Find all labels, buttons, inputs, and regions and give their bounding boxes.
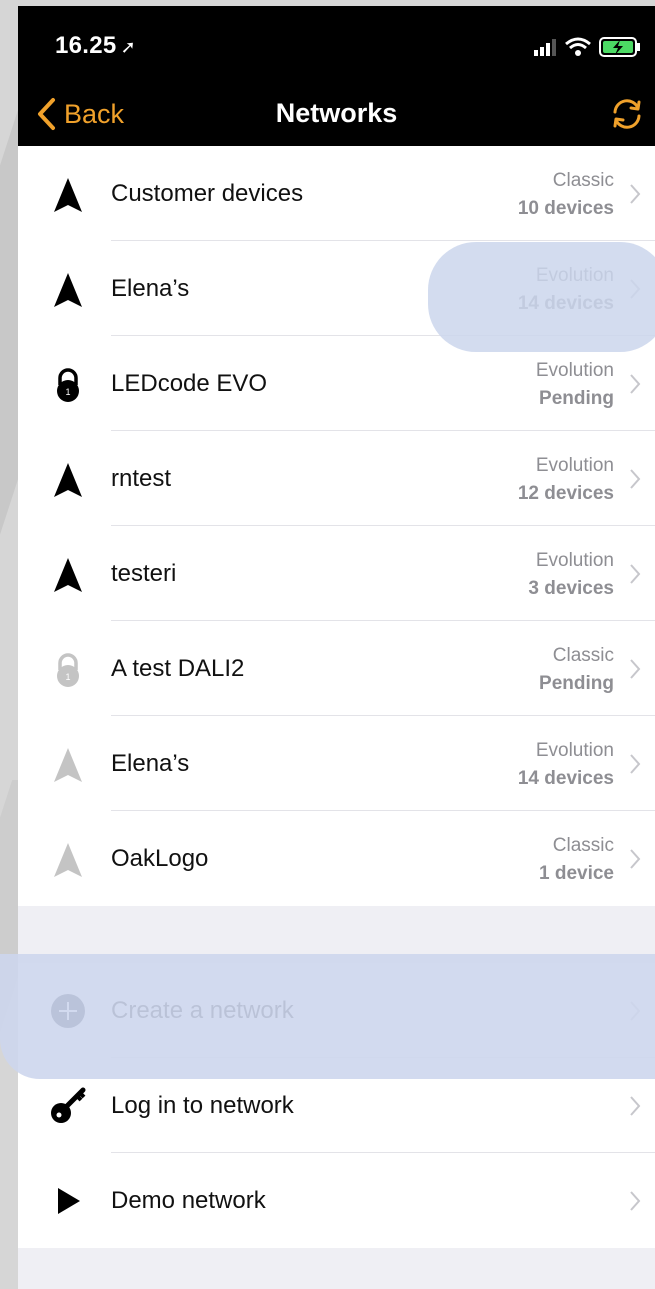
network-status: 3 devices (528, 578, 614, 599)
action-row[interactable]: Demo network (18, 1153, 655, 1248)
network-row[interactable]: Elena’s Evolution 14 devices (18, 716, 655, 811)
network-row[interactable]: testeri Evolution 3 devices (18, 526, 655, 621)
network-name: A test DALI2 (111, 655, 245, 682)
wifi-icon (565, 37, 591, 56)
network-name: OakLogo (111, 845, 209, 872)
network-name: Elena’s (111, 750, 190, 777)
list-footer (18, 1254, 655, 1289)
network-meta: Evolution 3 devices (528, 548, 614, 604)
chevron-right-icon (630, 1096, 641, 1116)
network-type: Evolution (535, 740, 614, 761)
lock-icon: 1 (48, 365, 88, 405)
network-status: Pending (539, 673, 614, 694)
network-meta: Classic 1 device (539, 833, 614, 889)
network-meta: Evolution 12 devices (518, 453, 614, 509)
network-status: 1 device (539, 863, 614, 884)
chevron-right-icon (630, 374, 641, 394)
network-status: Pending (539, 388, 614, 409)
play-icon (48, 1181, 88, 1221)
network-meta: Evolution Pending (536, 358, 614, 414)
network-type: Evolution (535, 360, 614, 381)
network-name: testeri (111, 560, 177, 587)
battery-icon (599, 37, 640, 57)
chevron-right-icon (630, 849, 641, 869)
cellular-signal-icon (534, 39, 556, 56)
lock-icon: 1 (48, 650, 88, 690)
network-name: Elena’s (111, 275, 190, 302)
navigation-bar: Back Networks (18, 80, 655, 146)
chevron-right-icon (630, 184, 641, 204)
network-meta: Classic Pending (539, 643, 614, 699)
network-logo-icon (48, 555, 88, 595)
network-meta: Classic 10 devices (518, 168, 614, 224)
status-time: 16.25 ➚ (55, 32, 136, 59)
svg-text:1: 1 (65, 387, 70, 397)
svg-text:1: 1 (65, 672, 70, 682)
network-logo-icon (48, 270, 88, 310)
key-icon (48, 1086, 88, 1126)
network-status: 12 devices (517, 483, 614, 504)
network-type: Classic (552, 835, 614, 856)
network-row[interactable]: 1 A test DALI2 Classic Pending (18, 621, 655, 716)
network-type: Evolution (535, 550, 614, 571)
network-name: Customer devices (111, 180, 304, 207)
network-logo-icon (48, 175, 88, 215)
network-meta: Evolution 14 devices (518, 738, 614, 794)
network-row[interactable]: Customer devices Classic 10 devices (18, 146, 655, 241)
status-icons (530, 36, 645, 58)
touch-highlight (428, 242, 655, 352)
network-row[interactable]: rntest Evolution 12 devices (18, 431, 655, 526)
status-bar: 16.25 ➚ (18, 6, 655, 80)
network-name: rntest (111, 465, 172, 492)
refresh-button[interactable] (607, 94, 647, 134)
network-type: Evolution (535, 455, 614, 476)
chevron-right-icon (630, 564, 641, 584)
network-type: Classic (552, 170, 614, 191)
chevron-right-icon (630, 1191, 641, 1211)
network-type: Classic (552, 645, 614, 666)
network-logo-icon (48, 460, 88, 500)
refresh-icon (613, 99, 641, 129)
network-status: 10 devices (517, 198, 614, 219)
network-status: 14 devices (517, 768, 614, 789)
location-arrow-icon: ➚ (120, 37, 136, 57)
network-row[interactable]: OakLogo Classic 1 device (18, 811, 655, 906)
chevron-right-icon (630, 754, 641, 774)
network-logo-icon (48, 745, 88, 785)
chevron-right-icon (630, 469, 641, 489)
network-name: LEDcode EVO (111, 370, 268, 397)
chevron-right-icon (630, 659, 641, 679)
touch-highlight (0, 954, 655, 1079)
network-logo-icon (48, 840, 88, 880)
action-label: Log in to network (111, 1092, 294, 1119)
action-label: Demo network (111, 1187, 266, 1214)
phone-screen: 16.25 ➚ Back Networks Customer devices C… (18, 6, 655, 1289)
page-title: Networks (275, 98, 398, 128)
